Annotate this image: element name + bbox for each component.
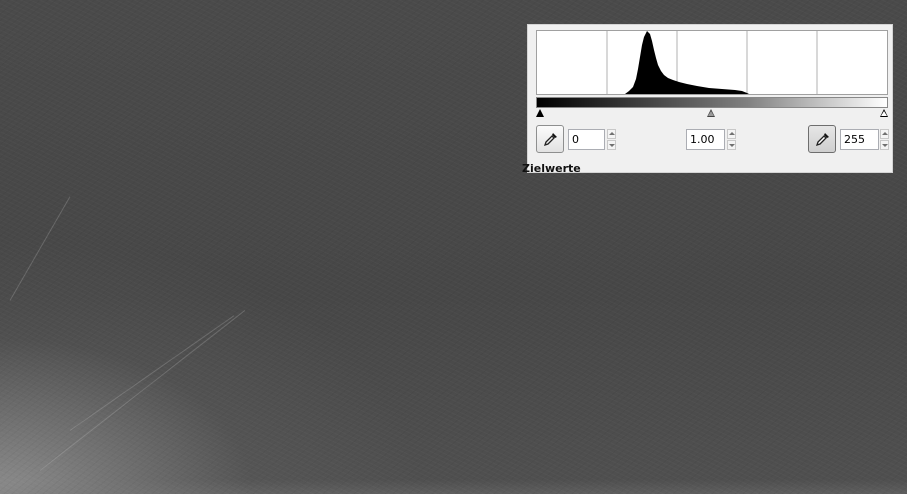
spin-down-arrow[interactable] xyxy=(727,140,736,150)
black-point-spinbox[interactable] xyxy=(568,129,616,150)
image-streak xyxy=(69,315,235,431)
gamma-spin-arrows[interactable] xyxy=(727,129,736,150)
image-streak xyxy=(9,196,71,301)
spin-up-arrow[interactable] xyxy=(607,129,616,139)
eyedropper-icon xyxy=(543,133,557,147)
spin-up-arrow[interactable] xyxy=(727,129,736,139)
image-streak xyxy=(39,310,246,471)
spin-up-arrow[interactable] xyxy=(880,129,889,139)
canvas-bottom-edge xyxy=(0,480,907,494)
white-eyedropper-button[interactable] xyxy=(808,125,836,153)
white-point-spinbox[interactable] xyxy=(840,129,890,150)
histogram-chart xyxy=(606,31,818,94)
gamma-spinbox[interactable] xyxy=(686,129,736,150)
black-eyedropper-button[interactable] xyxy=(536,125,564,153)
histogram-distribution xyxy=(625,31,749,94)
eyedropper-icon xyxy=(815,133,829,147)
white-point-input[interactable] xyxy=(840,129,879,150)
input-gradient-bar xyxy=(536,97,888,108)
gamma-input[interactable] xyxy=(686,129,725,150)
white-point-spin-arrows[interactable] xyxy=(880,129,889,150)
histogram xyxy=(536,30,888,95)
black-point-spin-arrows[interactable] xyxy=(607,129,616,150)
output-levels-label: Zielwerte xyxy=(522,163,581,174)
spin-down-arrow[interactable] xyxy=(880,140,889,150)
spin-down-arrow[interactable] xyxy=(607,140,616,150)
levels-panel: Zielwerte xyxy=(522,24,893,174)
black-point-input[interactable] xyxy=(568,129,605,150)
